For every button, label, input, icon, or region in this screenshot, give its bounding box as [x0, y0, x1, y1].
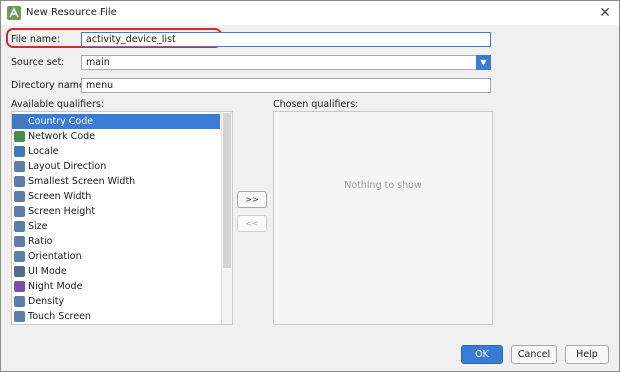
- qualifier-icon: [14, 131, 25, 142]
- qualifier-icon: [14, 296, 25, 307]
- qualifier-icon: [14, 281, 25, 292]
- qualifier-item[interactable]: Touch Screen: [12, 309, 220, 324]
- android-studio-icon: [7, 6, 21, 20]
- qualifier-label: Screen Width: [28, 191, 92, 202]
- qualifier-icon: [14, 116, 25, 127]
- qualifier-label: Density: [28, 296, 65, 307]
- qualifier-item[interactable]: Locale: [12, 144, 220, 159]
- qualifier-label: Smallest Screen Width: [28, 176, 136, 187]
- qualifier-label: Orientation: [28, 251, 82, 262]
- qualifier-icon: [14, 251, 25, 262]
- qualifier-item[interactable]: Screen Height: [12, 204, 220, 219]
- list-scrollbar-thumb[interactable]: [223, 113, 231, 268]
- qualifier-icon: [14, 176, 25, 187]
- qualifier-icon: [14, 266, 25, 277]
- file-name-field[interactable]: activity_device_list: [81, 32, 491, 47]
- qualifier-item[interactable]: Layout Direction: [12, 159, 220, 174]
- chevron-down-icon[interactable]: ▼: [476, 55, 491, 70]
- source-set-value: main: [86, 57, 110, 68]
- close-icon[interactable]: ✕: [597, 5, 613, 21]
- qualifier-item[interactable]: Country Code: [12, 114, 220, 129]
- qualifier-item[interactable]: Smallest Screen Width: [12, 174, 220, 189]
- qualifier-icon: [14, 311, 25, 322]
- ok-button[interactable]: OK: [461, 345, 503, 364]
- qualifier-item[interactable]: Size: [12, 219, 220, 234]
- remove-qualifier-button[interactable]: <<: [237, 215, 267, 232]
- directory-name-label: Directory name:: [11, 80, 88, 91]
- qualifier-label: UI Mode: [28, 266, 67, 277]
- qualifier-label: Locale: [28, 146, 59, 157]
- qualifier-label: Touch Screen: [28, 311, 91, 322]
- qualifier-icon: [14, 161, 25, 172]
- title-bar: New Resource File ✕: [1, 1, 619, 25]
- source-set-select[interactable]: main ▼: [81, 55, 491, 70]
- qualifier-label: Ratio: [28, 236, 53, 247]
- add-qualifier-button[interactable]: >>: [237, 191, 267, 208]
- qualifier-item[interactable]: UI Mode: [12, 264, 220, 279]
- file-name-label: File name:: [11, 34, 61, 45]
- qualifier-label: Size: [28, 221, 48, 232]
- new-resource-file-dialog: New Resource File ✕ File name: activity_…: [0, 0, 620, 372]
- qualifier-item[interactable]: Density: [12, 294, 220, 309]
- qualifier-label: Screen Height: [28, 206, 96, 217]
- qualifier-icon: [14, 206, 25, 217]
- qualifier-item[interactable]: Screen Width: [12, 189, 220, 204]
- available-qualifiers-list[interactable]: Country Code Network Code Locale Layout Dir…: [11, 111, 233, 325]
- qualifier-item[interactable]: Orientation: [12, 249, 220, 264]
- cancel-button[interactable]: Cancel: [511, 345, 557, 364]
- qualifier-label: Network Code: [28, 131, 96, 142]
- help-button[interactable]: Help: [565, 345, 609, 364]
- qualifier-label: Country Code: [28, 116, 94, 127]
- directory-name-field[interactable]: menu: [81, 78, 491, 93]
- qualifier-item[interactable]: Night Mode: [12, 279, 220, 294]
- qualifier-icon: [14, 236, 25, 247]
- empty-state-text: Nothing to show: [344, 180, 422, 191]
- qualifier-icon: [14, 146, 25, 157]
- available-qualifiers-label: Available qualifiers:: [11, 99, 105, 110]
- window-title: New Resource File: [26, 7, 117, 18]
- qualifier-item[interactable]: Ratio: [12, 234, 220, 249]
- list-scrollbar[interactable]: [221, 112, 232, 324]
- qualifier-icon: [14, 221, 25, 232]
- source-set-label: Source set:: [11, 57, 65, 68]
- qualifier-item[interactable]: Network Code: [12, 129, 220, 144]
- chosen-qualifiers-list[interactable]: Nothing to show: [273, 111, 493, 325]
- qualifier-icon: [14, 191, 25, 202]
- qualifier-label: Night Mode: [28, 281, 83, 292]
- qualifier-label: Layout Direction: [28, 161, 107, 172]
- chosen-qualifiers-label: Chosen qualifiers:: [273, 99, 359, 110]
